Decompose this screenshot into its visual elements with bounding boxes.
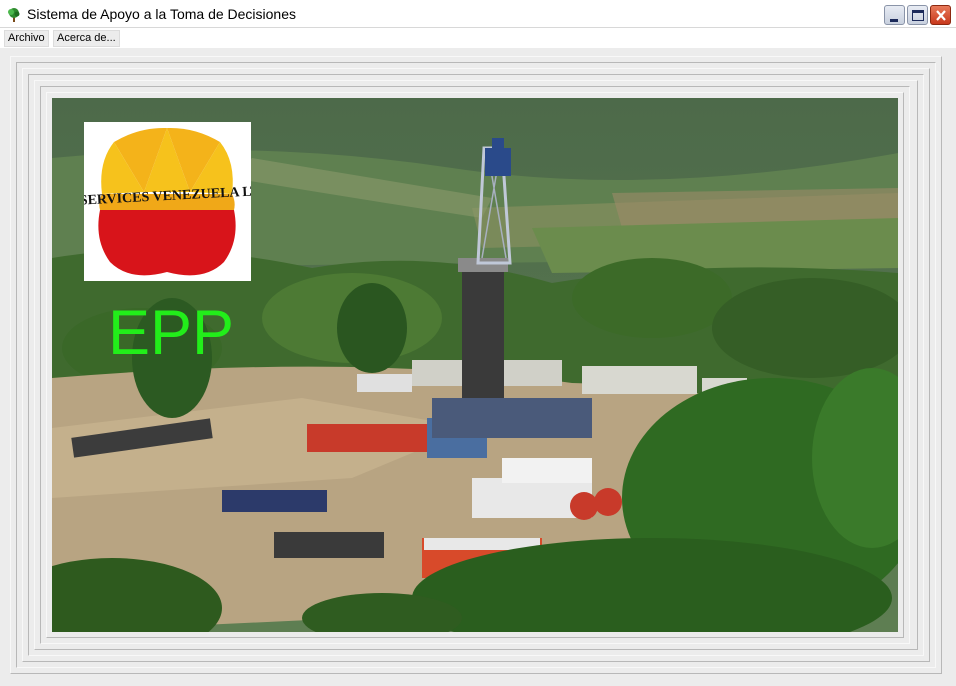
- maximize-icon: [912, 10, 924, 21]
- title-bar[interactable]: Sistema de Apoyo a la Toma de Decisiones: [0, 0, 956, 28]
- close-button[interactable]: [930, 5, 951, 25]
- menu-acerca-de[interactable]: Acerca de...: [53, 30, 120, 47]
- tree-icon[interactable]: [6, 7, 22, 23]
- epp-label: EPP: [108, 298, 235, 368]
- minimize-icon: [890, 19, 898, 22]
- maximize-button[interactable]: [907, 5, 928, 25]
- menu-bar: Archivo Acerca de...: [0, 28, 956, 48]
- window-title: Sistema de Apoyo a la Toma de Decisiones: [27, 6, 297, 22]
- cnpc-logo-icon: CNPC SERVICES VENEZUELA LTD, S.A: [37, 127, 299, 276]
- company-logo: CNPC SERVICES VENEZUELA LTD, S.A: [37, 122, 299, 281]
- close-icon: [936, 10, 946, 21]
- minimize-button[interactable]: [884, 5, 905, 25]
- menu-archivo[interactable]: Archivo: [4, 30, 49, 47]
